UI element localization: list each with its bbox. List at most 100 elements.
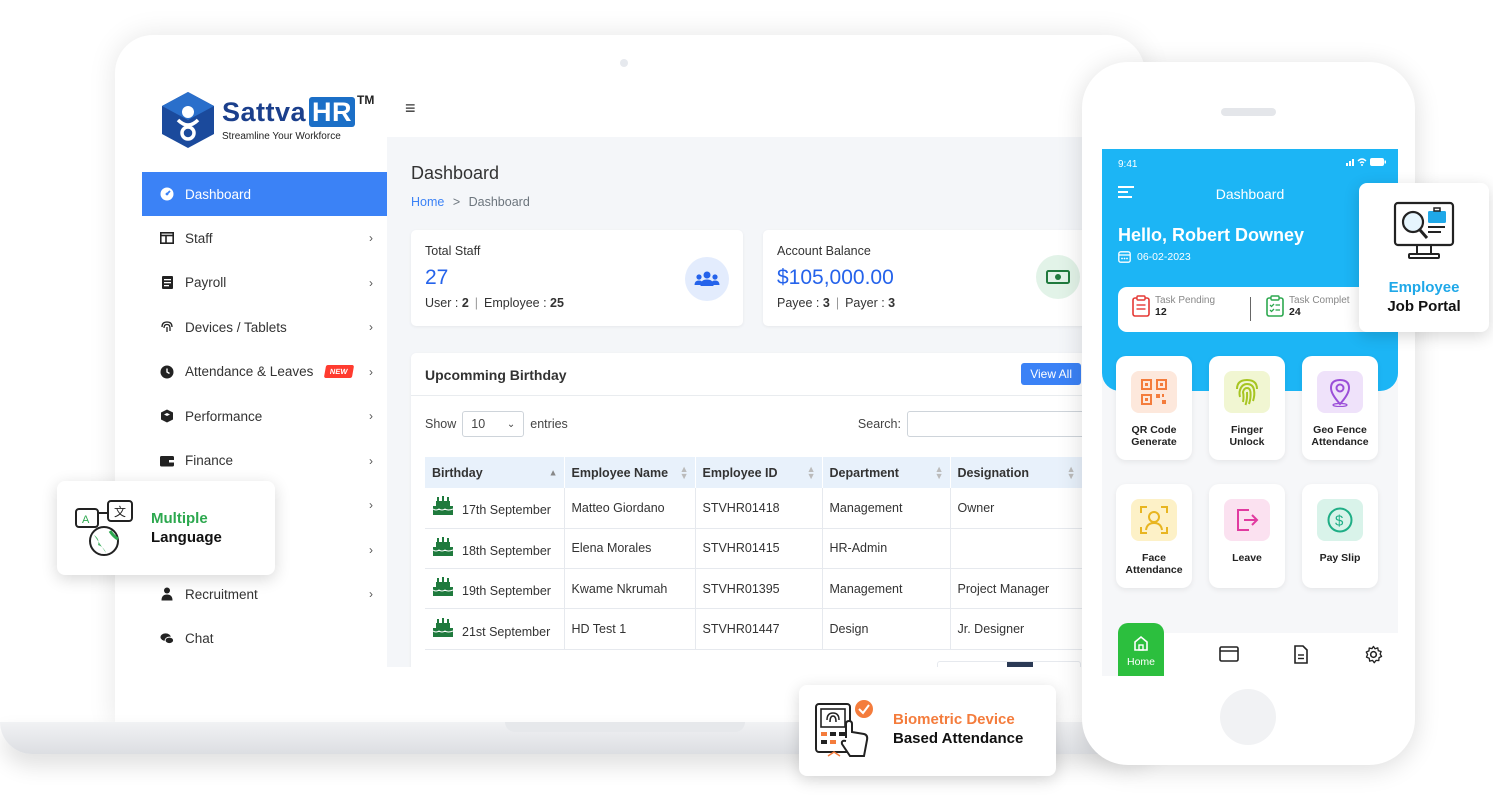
qr-code-icon xyxy=(1131,371,1177,413)
chevron-right-icon: › xyxy=(369,275,373,290)
feature-title: Employee xyxy=(1388,279,1460,296)
sidebar-item-label: Attendance & Leaves xyxy=(185,364,314,380)
multiple-language-feature-card: A 文 Multiple Language xyxy=(57,481,275,575)
stat-breakdown: Payee : 3 | Payer : 3 xyxy=(777,296,896,310)
column-header[interactable]: Department ▲ ▼ xyxy=(822,457,951,488)
birthday-cake-icon xyxy=(432,617,454,641)
chevron-down-icon: ⌄ xyxy=(506,418,516,430)
document-icon[interactable] xyxy=(1293,645,1309,664)
brand-hr: HR xyxy=(309,97,356,127)
task-complete-icon xyxy=(1266,295,1284,317)
money-icon xyxy=(1036,255,1080,299)
location-pin-icon xyxy=(1317,371,1363,413)
phone-home-button xyxy=(1220,689,1276,745)
sidebar-item-payroll[interactable]: Payroll › xyxy=(142,261,387,306)
laptop-notch xyxy=(505,722,745,732)
sort-icon: ▲ ▼ xyxy=(934,463,944,481)
tile-label: Geo Fence Attendance xyxy=(1311,424,1369,448)
stat-value: $105,000.00 xyxy=(777,266,894,289)
breadcrumb-separator: > xyxy=(452,195,461,209)
entries-select[interactable]: 10 ⌄ xyxy=(462,411,525,437)
feature-subtitle: Based Attendance xyxy=(893,730,1024,747)
bottom-navigation: Home xyxy=(1118,623,1398,676)
sidebar-item-label: Dashboard xyxy=(185,186,252,202)
biometric-attendance-feature-card: Biometric Device Based Attendance xyxy=(799,685,1056,776)
table-row[interactable]: 21st September HD Test 1 STVHR01447 Desi… xyxy=(425,608,1082,650)
hamburger-menu-icon[interactable]: ≡ xyxy=(405,98,416,119)
sidebar-item-staff[interactable]: Staff › xyxy=(142,216,387,261)
sidebar-item-dashboard[interactable]: Dashboard xyxy=(142,172,387,216)
chevron-right-icon: › xyxy=(369,453,373,468)
task-pending[interactable]: Task Pending 12 xyxy=(1132,295,1215,318)
tile-pay-slip[interactable]: $ Pay Slip xyxy=(1302,484,1378,588)
pagination-active-page[interactable] xyxy=(1007,662,1033,667)
birthday-table: Birthday ▲ Employee Name ▲ ▼ Employee ID ▲ ▼ … xyxy=(425,457,1082,650)
settings-gear-icon[interactable] xyxy=(1364,645,1383,664)
column-header[interactable]: Designation ▲ ▼ xyxy=(950,457,1082,488)
account-balance-card: Account Balance $105,000.00 Payee : 3 | Pa… xyxy=(763,230,1082,326)
tile-label: Finger Unlock xyxy=(1229,424,1265,448)
task-complete[interactable]: Task Complet 24 xyxy=(1266,295,1350,318)
fingerprint-icon xyxy=(160,320,174,334)
nav-home[interactable]: Home xyxy=(1118,623,1164,676)
sidebar-item-recruitment[interactable]: Recruitment › xyxy=(142,572,387,617)
chevron-right-icon: › xyxy=(369,409,373,424)
feature-subtitle: Language xyxy=(151,529,222,546)
birthday-cake-icon xyxy=(432,536,454,560)
mobile-title: Dashboard xyxy=(1215,186,1285,202)
tile-leave[interactable]: Leave xyxy=(1209,484,1285,588)
nav-home-label: Home xyxy=(1126,656,1155,668)
sidebar-item-chat[interactable]: Chat xyxy=(142,617,387,662)
sidebar-item-label: Recruitment xyxy=(185,586,258,602)
tile-face-attendance[interactable]: Face Attendance xyxy=(1116,484,1192,588)
sidebar-item-devices[interactable]: Devices / Tablets › xyxy=(142,305,387,350)
sidebar-item-label: Devices / Tablets xyxy=(185,319,287,335)
finance-icon xyxy=(160,454,174,468)
svg-text:文: 文 xyxy=(114,504,126,519)
column-header[interactable]: Employee Name ▲ ▼ xyxy=(564,457,696,488)
brand-logo[interactable]: Sattva HR TM Streamline Your Workforce xyxy=(160,87,380,157)
sidebar-item-label: Finance xyxy=(185,453,234,469)
sidebar-item-attendance[interactable]: Attendance & Leaves NEW › xyxy=(142,350,387,395)
sidebar-item-label: Staff xyxy=(185,230,213,246)
feature-title: Multiple xyxy=(151,510,208,527)
wallet-icon[interactable] xyxy=(1219,645,1239,663)
status-icons xyxy=(1346,157,1386,170)
sort-icon: ▲ ▼ xyxy=(806,463,816,481)
fingerprint-icon xyxy=(1224,371,1270,413)
tile-label: Leave xyxy=(1232,552,1262,564)
column-header[interactable]: Employee ID ▲ ▼ xyxy=(695,457,823,488)
sidebar-item-label: Performance xyxy=(185,408,263,424)
chevron-right-icon: › xyxy=(369,364,373,379)
search-input[interactable] xyxy=(907,411,1082,437)
pagination[interactable] xyxy=(937,661,1081,667)
chevron-right-icon: › xyxy=(369,542,373,557)
tile-qr-code-generate[interactable]: QR Code Generate xyxy=(1116,356,1192,460)
breadcrumb-home-link[interactable]: Home xyxy=(411,195,444,209)
sort-icon: ▲ ▼ xyxy=(1066,463,1076,481)
table-row[interactable]: 17th September Matteo Giordano STVHR0141… xyxy=(425,488,1082,529)
signal-wifi-battery-icon xyxy=(1346,158,1386,166)
table-row[interactable]: 18th September Elena Morales STVHR01415 … xyxy=(425,528,1082,570)
table-row[interactable]: 19th September Kwame Nkrumah STVHR01395 … xyxy=(425,568,1082,610)
mobile-header: 9:41 Dashboard Hello, Robert Downey 06-0… xyxy=(1102,149,1398,391)
view-all-button[interactable]: View All xyxy=(1021,363,1081,385)
app-screen: Sattva HR TM Streamline Your Workforce Da… xyxy=(142,75,1082,667)
entries-selector: Show 10 ⌄ entries xyxy=(425,411,568,437)
feature-subtitle: Job Portal xyxy=(1387,298,1461,315)
dashboard-icon xyxy=(160,187,174,201)
sidebar-item-finance[interactable]: Finance › xyxy=(142,439,387,484)
status-time: 9:41 xyxy=(1118,159,1138,170)
new-badge: NEW xyxy=(324,365,354,379)
tile-geo-fence-attendance[interactable]: Geo Fence Attendance xyxy=(1302,356,1378,460)
chevron-right-icon: › xyxy=(369,320,373,335)
svg-text:$: $ xyxy=(1335,513,1344,530)
column-header[interactable]: Birthday ▲ xyxy=(425,457,565,488)
task-summary: Task Pending 12 Task Complet 24 xyxy=(1118,287,1388,332)
total-staff-card: Total Staff 27 User : 2 | Employee : 25 xyxy=(411,230,743,326)
card-title: Upcomming Birthday xyxy=(425,367,567,383)
tile-finger-unlock[interactable]: Finger Unlock xyxy=(1209,356,1285,460)
clock-icon xyxy=(160,365,174,379)
sidebar-item-performance[interactable]: Performance › xyxy=(142,394,387,439)
sort-icon: ▲ ▼ xyxy=(679,463,689,481)
